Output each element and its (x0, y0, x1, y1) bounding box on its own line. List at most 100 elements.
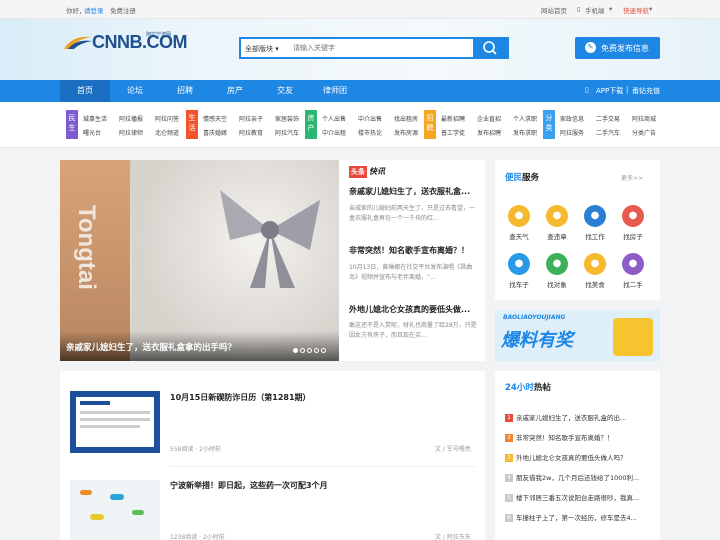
chevron-down-icon: ▾ (649, 5, 653, 13)
category-link[interactable]: 曙光台 (83, 128, 101, 137)
category-link[interactable]: 北仑频道 (155, 128, 179, 137)
service-food[interactable]: ● 找美食 (579, 253, 611, 289)
headline-desc: 亲戚家的儿媳妇前两天生了，只是过去看望，一盒衣服礼盒再包一个一千块的红... (349, 205, 476, 222)
nav-item-jobs[interactable]: 招聘 (160, 80, 210, 102)
service-work[interactable]: ● 找工作 (579, 205, 611, 241)
site-logo[interactable]: CNNB.COM 阿拉宁波网 (62, 30, 188, 54)
category-link[interactable]: 二手交易 (596, 114, 620, 123)
hot-post-item[interactable]: 4 朋友借我2w，几个月后还钱给了1000利... (505, 472, 655, 482)
headline-title[interactable]: 非常突然！知名歌手宣布离婚？！ (349, 245, 479, 256)
search-button[interactable] (473, 39, 507, 57)
category-link[interactable]: 阿拉汽车 (275, 128, 299, 137)
headline-desc: 敢这还不是入赘呢，财礼也商量了给28万，只是因女方有房子，而且现在买... (349, 322, 477, 339)
search-bar: 全部版块 ▾ (239, 37, 509, 59)
category-link[interactable]: 找出租房 (394, 114, 418, 123)
category-link[interactable]: 阿拉服务 (560, 128, 584, 137)
house-icon: ● (622, 205, 644, 227)
article-author[interactable]: 文 / 阿拉东东 (435, 532, 471, 540)
article-reads: 558阅读 · 2小时前 (170, 446, 221, 453)
category-link[interactable]: 发布房源 (394, 128, 418, 137)
service-label: 找对象 (547, 281, 567, 289)
divider (170, 466, 475, 467)
nav-item-lawyers[interactable]: 律师团 (310, 80, 360, 102)
app-download-link[interactable]: APP下载 (596, 86, 623, 96)
hot-post-item[interactable]: 5 楼下邻居三番五次说阳台走路很吵，我真... (505, 492, 655, 502)
category-link[interactable]: 家居装饰 (275, 114, 299, 123)
recharge-link[interactable]: 甬钻充值 (632, 86, 660, 96)
service-heart[interactable]: ● 找对象 (541, 253, 573, 289)
category-link[interactable]: 阿拉教育 (239, 128, 263, 137)
badge-top: 头条 (349, 166, 367, 178)
service-car[interactable]: ● 找车子 (503, 253, 535, 289)
category-link[interactable]: 中介出租 (322, 128, 346, 137)
article-thumb[interactable] (70, 480, 160, 540)
register-link[interactable]: 免费注册 (110, 5, 136, 15)
service-house[interactable]: ● 找房子 (617, 205, 649, 241)
slider-dot[interactable] (307, 348, 312, 353)
search-input[interactable] (293, 39, 453, 57)
category-link[interactable]: 城事生活 (83, 114, 107, 123)
category-link[interactable]: 发布求职 (513, 128, 537, 137)
slider-image[interactable]: Tongtai 亲戚家儿媳妇生了，送衣服礼盒拿的出手吗？ (60, 160, 339, 361)
headline-badge: 头条 快讯 (349, 166, 385, 178)
nav-item-dating[interactable]: 交友 (260, 80, 310, 102)
hot-post-item[interactable]: 1 亲戚家儿媳妇生了，送衣服礼盒的出... (505, 412, 655, 422)
rank-badge: 4 (505, 474, 513, 482)
category-link[interactable]: 企业直招 (477, 114, 501, 123)
service-car[interactable]: ● 查违章 (541, 205, 573, 241)
category-link[interactable]: 情感天空 (203, 114, 227, 123)
edit-icon: ✎ (585, 42, 596, 53)
pill-icon (110, 494, 124, 500)
article-thumb[interactable] (70, 391, 160, 453)
quicknav-link[interactable]: 快速导航 (623, 5, 649, 15)
slider-dot[interactable] (300, 348, 305, 353)
category-link[interactable]: 楼市热论 (358, 128, 382, 137)
slider-caption[interactable]: 亲戚家儿媳妇生了，送衣服礼盒拿的出手吗？ (66, 341, 236, 353)
services-more-link[interactable]: 更多>> (621, 173, 643, 182)
home-link[interactable]: 网站首页 (541, 5, 567, 15)
slider-dot[interactable] (321, 348, 326, 353)
category-link[interactable]: 阿拉律师 (119, 128, 143, 137)
mobile-link[interactable]: 手机端 (585, 5, 605, 15)
hot-post-item[interactable]: 3 外地儿媳北仑女孩真的要低头做人吗？ (505, 452, 655, 462)
service-label: 查违章 (547, 233, 567, 241)
hot-post-title: 车撞柱子上了，第一次经历，修车是去4... (516, 514, 637, 522)
category-link[interactable]: 阿拉亲子 (239, 114, 263, 123)
category-link[interactable]: 普工学徒 (441, 128, 465, 137)
slider-dot[interactable] (293, 348, 298, 353)
article-title[interactable]: 宁波新举措！即日起，这些药一次可配3个月 (170, 480, 470, 491)
hot-post-item[interactable]: 6 车撞柱子上了，第一次经历，修车是去4... (505, 512, 655, 522)
service-cart[interactable]: ● 找二手 (617, 253, 649, 289)
slider-dot[interactable] (314, 348, 319, 353)
headline-title[interactable]: 外地儿媳北仑女孩真的要低头做... (349, 304, 479, 315)
work-icon: ● (584, 205, 606, 227)
category-link[interactable]: 二手汽车 (596, 128, 620, 137)
article-title[interactable]: 10月15日新碶防诈日历（第1281期） (170, 392, 470, 403)
badge-news: 快讯 (369, 167, 385, 176)
category-label: 民生 (66, 110, 78, 139)
category-link[interactable]: 阿拉商城 (632, 114, 656, 123)
category-link[interactable]: 阿拉播报 (119, 114, 143, 123)
article-author[interactable]: 文 / 军号噜亮 (435, 444, 471, 453)
category-link[interactable]: 个人出售 (322, 114, 346, 123)
nav-item-forum[interactable]: 论坛 (110, 80, 160, 102)
category-link[interactable]: 发布招聘 (477, 128, 501, 137)
category-link[interactable]: 家政信息 (560, 114, 584, 123)
nav-item-property[interactable]: 房产 (210, 80, 260, 102)
slider-dots (293, 346, 326, 355)
category-link[interactable]: 中介出售 (358, 114, 382, 123)
reward-banner[interactable]: BAOLIAOYOUJIANG 爆料有奖 (495, 310, 660, 361)
category-link[interactable]: 喜庆婚嫁 (203, 128, 227, 137)
category-link[interactable]: 阿拉问答 (155, 114, 179, 123)
publish-button[interactable]: ✎ 免费发布信息 (575, 37, 660, 59)
service-weather[interactable]: ● 查天气 (503, 205, 535, 241)
login-link[interactable]: 请登录 (84, 5, 104, 15)
hot-post-item[interactable]: 2 非常突然！知名歌手宣布离婚？！ (505, 432, 655, 442)
headline-title[interactable]: 亲戚家儿媳妇生了，送衣服礼盒... (349, 186, 479, 197)
category-link[interactable]: 个人求职 (513, 114, 537, 123)
category-link[interactable]: 分类广告 (632, 128, 656, 137)
nav-item-home[interactable]: 首页 (60, 80, 110, 102)
category-link[interactable]: 最新招聘 (441, 114, 465, 123)
search-category-select[interactable]: 全部版块 ▾ (245, 44, 279, 54)
banner-text: 爆料有奖 (501, 330, 573, 351)
